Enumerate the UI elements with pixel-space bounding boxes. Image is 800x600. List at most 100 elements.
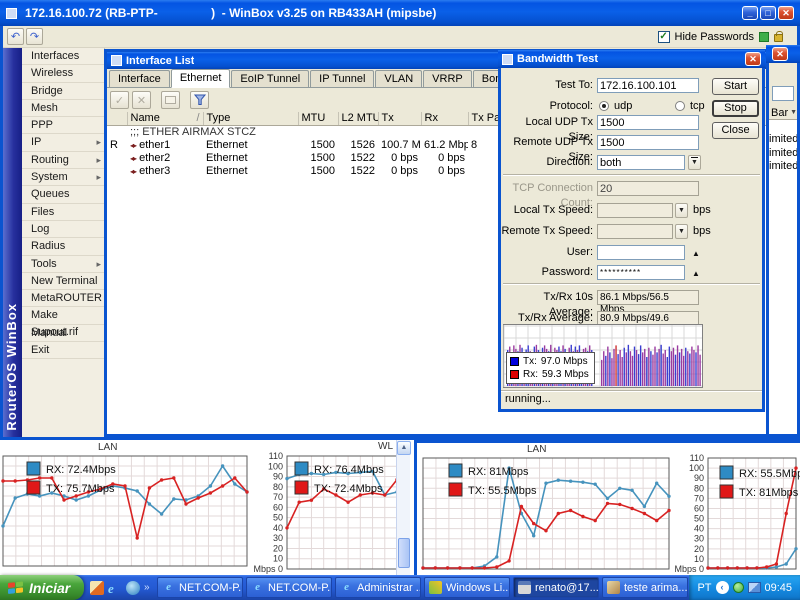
tab-ethernet[interactable]: Ethernet bbox=[171, 69, 231, 88]
filter-button[interactable] bbox=[190, 91, 209, 109]
queue-column-bar[interactable]: Bar ▼ bbox=[769, 106, 797, 120]
sidebar-item-ppp[interactable]: PPP bbox=[22, 117, 104, 134]
svg-text:Mbps 0: Mbps 0 bbox=[674, 564, 704, 574]
protocol-tcp-radio[interactable] bbox=[675, 101, 685, 111]
queue-row[interactable]: imited bbox=[769, 160, 797, 174]
taskbar-button-renato-session[interactable]: renato@17... bbox=[513, 577, 599, 598]
tab-interface[interactable]: Interface bbox=[109, 70, 170, 87]
taskbar-button-netcom-1[interactable]: e NET.COM-P... bbox=[157, 577, 243, 598]
sidebar-item-system[interactable]: System▸ bbox=[22, 169, 104, 186]
user-label: User: bbox=[501, 245, 593, 260]
maximize-button[interactable]: □ bbox=[760, 6, 776, 20]
tab-ip-tunnel[interactable]: IP Tunnel bbox=[310, 70, 374, 87]
hide-tray-icons-chevron[interactable]: ‹ bbox=[716, 581, 729, 594]
protocol-udp-radio[interactable] bbox=[599, 101, 609, 111]
sidebar-item-radius[interactable]: Radius bbox=[22, 238, 104, 255]
queue-filter-input[interactable] bbox=[772, 86, 794, 101]
main-window-title: 172.16.100.72 (RB-PTP- ) - WinBox v3.25 … bbox=[25, 6, 436, 20]
sidebar-item-wireless[interactable]: Wireless bbox=[22, 65, 104, 82]
chevron-down-icon: ▼ bbox=[691, 157, 698, 166]
start-button[interactable]: Start bbox=[712, 78, 759, 95]
taskbar-button-windows-live[interactable]: Windows Li... bbox=[424, 577, 510, 598]
password-input[interactable]: ********** bbox=[597, 265, 685, 280]
taskbar-button-netcom-2[interactable]: e NET.COM-P... bbox=[246, 577, 332, 598]
col-flags[interactable] bbox=[107, 112, 127, 125]
sidebar-item-metarouter[interactable]: MetaROUTER bbox=[22, 290, 104, 307]
sidebar-item-bridge[interactable]: Bridge bbox=[22, 83, 104, 100]
quick-launch-more-chevron[interactable]: » bbox=[144, 582, 150, 593]
hide-passwords-checkbox[interactable]: ✓ bbox=[658, 31, 670, 43]
close-dialog-button[interactable]: Close bbox=[712, 122, 759, 139]
local-udp-size-input[interactable]: 1500 bbox=[597, 115, 699, 130]
network-connection-icon[interactable] bbox=[748, 582, 761, 593]
col-l2mtu[interactable]: L2 MTU bbox=[338, 112, 378, 125]
user-input[interactable] bbox=[597, 245, 685, 260]
collapse-up-icon[interactable]: ▲ bbox=[692, 269, 700, 278]
sidebar-item-new-terminal[interactable]: New Terminal bbox=[22, 273, 104, 290]
language-indicator[interactable]: PT bbox=[697, 582, 711, 594]
bandwidth-test-window-icon bbox=[502, 54, 513, 65]
close-button[interactable]: ✕ bbox=[772, 47, 788, 61]
sidebar-item-make-supout[interactable]: Make Supout.rif bbox=[22, 307, 104, 324]
col-name[interactable]: Name/ bbox=[127, 112, 203, 125]
redo-button[interactable]: ↷ bbox=[26, 28, 43, 45]
queue-row[interactable]: imited bbox=[769, 133, 797, 147]
tab-eoip-tunnel[interactable]: EoIP Tunnel bbox=[231, 70, 309, 87]
remote-udp-size-input[interactable]: 1500 bbox=[597, 135, 699, 150]
test-to-input[interactable]: 172.16.100.101 bbox=[597, 78, 699, 93]
direction-select[interactable]: both bbox=[597, 155, 685, 170]
comment-button[interactable] bbox=[161, 91, 180, 109]
tab-vrrp[interactable]: VRRP bbox=[423, 70, 472, 87]
taskbar-button-administrar[interactable]: e Administrar ... bbox=[335, 577, 421, 598]
messenger-status-icon[interactable] bbox=[733, 582, 744, 593]
wlan-chart-left: 110100908070605040302010Mbps 0RX: 76.4Mb… bbox=[261, 456, 398, 570]
show-desktop-icon[interactable] bbox=[90, 581, 104, 595]
scroll-up-button[interactable]: ▲ bbox=[397, 441, 411, 455]
sidebar-item-queues[interactable]: Queues bbox=[22, 186, 104, 203]
col-rx[interactable]: Rx bbox=[421, 112, 468, 125]
submenu-arrow-icon: ▸ bbox=[96, 152, 101, 169]
tab-vlan[interactable]: VLAN bbox=[375, 70, 422, 87]
svg-text:RX: 81Mbps: RX: 81Mbps bbox=[468, 466, 529, 478]
svg-text:10: 10 bbox=[694, 554, 704, 564]
internet-explorer-icon[interactable]: e bbox=[108, 581, 122, 595]
sidebar-item-log[interactable]: Log bbox=[22, 221, 104, 238]
svg-text:Mbps 0: Mbps 0 bbox=[253, 564, 283, 574]
browser-globe-icon[interactable] bbox=[126, 581, 140, 595]
sidebar-item-manual[interactable]: Manual bbox=[22, 325, 104, 342]
col-tx[interactable]: Tx bbox=[378, 112, 421, 125]
remote-tx-speed-dropdown-button[interactable]: ▼ bbox=[675, 224, 688, 239]
svg-text:40: 40 bbox=[694, 524, 704, 534]
scrollbar-thumb[interactable] bbox=[398, 538, 410, 568]
sidebar-item-routing[interactable]: Routing▸ bbox=[22, 152, 104, 169]
scrollbar[interactable]: ▲ bbox=[396, 440, 410, 575]
svg-text:TX: 81Mbps: TX: 81Mbps bbox=[739, 487, 799, 499]
sidebar-item-exit[interactable]: Exit bbox=[22, 342, 104, 359]
queue-row[interactable]: imited bbox=[769, 147, 797, 161]
local-tx-speed-dropdown-button[interactable]: ▼ bbox=[675, 203, 688, 218]
direction-dropdown-button[interactable]: ▼ bbox=[688, 155, 701, 170]
check-icon: ✓ bbox=[659, 31, 667, 42]
svg-text:90: 90 bbox=[273, 472, 283, 482]
col-type[interactable]: Type bbox=[203, 112, 298, 125]
taskbar-button-teste-arima[interactable]: teste arima... bbox=[602, 577, 688, 598]
undo-button[interactable]: ↶ bbox=[7, 28, 24, 45]
rx-legend-value: 59.3 Mbps bbox=[542, 369, 589, 380]
sidebar-item-ip[interactable]: IP▸ bbox=[22, 134, 104, 151]
sidebar-item-interfaces[interactable]: Interfaces bbox=[22, 48, 104, 65]
sidebar-item-files[interactable]: Files bbox=[22, 204, 104, 221]
enable-button[interactable]: ✓ bbox=[110, 91, 129, 109]
minimize-button[interactable]: _ bbox=[742, 6, 758, 20]
svg-text:TX: 75.7Mbps: TX: 75.7Mbps bbox=[46, 483, 115, 495]
close-button[interactable]: ✕ bbox=[745, 52, 761, 66]
close-button[interactable]: ✕ bbox=[778, 6, 794, 20]
tx-legend-label: Tx: bbox=[523, 356, 537, 367]
sidebar-item-mesh[interactable]: Mesh bbox=[22, 100, 104, 117]
sidebar-item-tools[interactable]: Tools▸ bbox=[22, 256, 104, 273]
stop-button[interactable]: Stop bbox=[712, 100, 759, 117]
col-mtu[interactable]: MTU bbox=[298, 112, 338, 125]
password-label: Password: bbox=[501, 265, 593, 280]
disable-button[interactable]: ✕ bbox=[132, 91, 151, 109]
collapse-up-icon[interactable]: ▲ bbox=[692, 249, 700, 258]
start-button[interactable]: Iniciar bbox=[0, 575, 84, 600]
